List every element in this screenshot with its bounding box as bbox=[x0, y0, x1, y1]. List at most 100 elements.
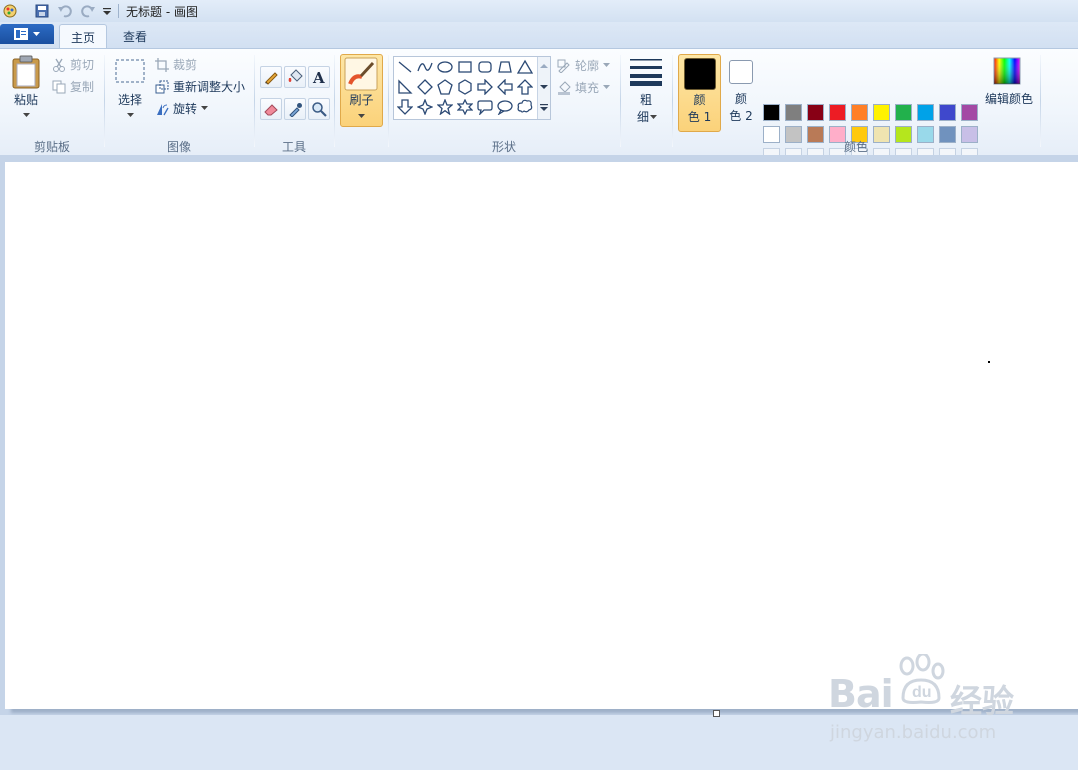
down-arrow-shape-icon[interactable] bbox=[396, 98, 414, 116]
fill-tool[interactable] bbox=[284, 66, 306, 88]
palette-swatch[interactable] bbox=[807, 104, 824, 121]
pencil-icon bbox=[265, 72, 278, 85]
eraser-tool[interactable] bbox=[260, 98, 282, 120]
palette-swatch[interactable] bbox=[917, 104, 934, 121]
redo-icon[interactable] bbox=[80, 3, 96, 19]
paste-label: 粘贴 bbox=[13, 93, 38, 107]
paste-button[interactable]: 粘贴 bbox=[8, 55, 44, 129]
rounded-rectangle-shape-icon[interactable] bbox=[476, 58, 494, 76]
oval-callout-shape-icon[interactable] bbox=[496, 98, 514, 116]
line-shape-icon[interactable] bbox=[396, 58, 414, 76]
shapes-gallery bbox=[393, 56, 551, 120]
color1-swatch bbox=[684, 58, 716, 90]
palette-swatch[interactable] bbox=[939, 104, 956, 121]
outline-button[interactable]: 轮廓 bbox=[557, 57, 611, 74]
color1-button[interactable]: 颜 色 1 bbox=[678, 54, 721, 132]
copy-label: 复制 bbox=[70, 80, 95, 94]
scroll-down-icon[interactable] bbox=[540, 84, 548, 90]
scroll-up-icon[interactable] bbox=[540, 63, 548, 69]
size-label-line1: 粗 bbox=[639, 93, 652, 107]
copy-button[interactable]: 复制 bbox=[52, 78, 94, 95]
shapes-group-label: 形状 bbox=[491, 140, 516, 154]
line-thickness-icon bbox=[630, 59, 662, 86]
palette-swatch[interactable] bbox=[785, 104, 802, 121]
diamond-shape-icon[interactable] bbox=[416, 78, 434, 96]
rectangle-shape-icon[interactable] bbox=[456, 58, 474, 76]
resize-icon bbox=[155, 80, 169, 93]
five-point-star-shape-icon[interactable] bbox=[436, 98, 454, 116]
text-tool[interactable]: A bbox=[308, 66, 330, 88]
brushes-button[interactable]: 刷子 bbox=[340, 54, 383, 127]
up-arrow-shape-icon[interactable] bbox=[516, 78, 534, 96]
watermark-brand-b: 经验 bbox=[950, 682, 1015, 720]
palette-swatch[interactable] bbox=[873, 104, 890, 121]
hexagon-shape-icon[interactable] bbox=[456, 78, 474, 96]
magnifier-tool[interactable] bbox=[308, 98, 330, 120]
clipboard-icon bbox=[12, 55, 40, 89]
polygon-shape-icon[interactable] bbox=[496, 58, 514, 76]
curve-shape-icon[interactable] bbox=[416, 58, 434, 76]
rotate-button[interactable]: 旋转 bbox=[155, 100, 209, 117]
image-group-label: 图像 bbox=[166, 140, 191, 154]
crop-button[interactable]: 裁剪 bbox=[155, 56, 197, 73]
paint-app-icon[interactable] bbox=[2, 3, 18, 19]
palette-swatch[interactable] bbox=[895, 104, 912, 121]
chevron-down-icon bbox=[603, 63, 611, 67]
pencil-tool[interactable] bbox=[260, 66, 282, 88]
outline-pen-icon bbox=[557, 59, 570, 73]
text-a-icon: A bbox=[312, 69, 325, 85]
tab-view[interactable]: 查看 bbox=[112, 24, 158, 48]
four-point-star-shape-icon[interactable] bbox=[416, 98, 434, 116]
paint-bucket-icon bbox=[288, 69, 303, 82]
cloud-callout-shape-icon[interactable] bbox=[516, 98, 534, 116]
crop-icon bbox=[155, 57, 169, 72]
color2-button[interactable]: 颜 色 2 bbox=[722, 54, 760, 130]
color-picker-tool[interactable] bbox=[284, 98, 306, 120]
eraser-icon bbox=[264, 104, 278, 116]
drawing-canvas[interactable] bbox=[5, 162, 1078, 709]
tab-home[interactable]: 主页 bbox=[59, 24, 107, 49]
title-separator bbox=[118, 4, 119, 18]
group-divider bbox=[620, 55, 621, 147]
rotate-icon bbox=[157, 103, 169, 115]
palette-swatch[interactable] bbox=[763, 104, 780, 121]
left-arrow-shape-icon[interactable] bbox=[496, 78, 514, 96]
triangle-shape-icon[interactable] bbox=[516, 58, 534, 76]
fill-bucket-icon bbox=[558, 80, 571, 95]
shapes-scrollbar[interactable] bbox=[537, 57, 550, 119]
group-divider bbox=[1040, 55, 1041, 147]
fill-button[interactable]: 填充 bbox=[557, 79, 611, 96]
right-triangle-shape-icon[interactable] bbox=[396, 78, 414, 96]
ribbon: 粘贴 剪切 复制 剪贴板 选择 裁剪 重新调整大小 旋转 图像 A 工具 刷子 … bbox=[0, 48, 1078, 165]
six-point-star-shape-icon[interactable] bbox=[456, 98, 474, 116]
select-button[interactable]: 选择 bbox=[110, 57, 150, 129]
cut-button[interactable]: 剪切 bbox=[52, 56, 94, 73]
oval-shape-icon[interactable] bbox=[436, 58, 454, 76]
palette-swatch[interactable] bbox=[829, 104, 846, 121]
resize-button[interactable]: 重新调整大小 bbox=[155, 78, 245, 95]
magnifier-icon bbox=[312, 102, 327, 117]
rotate-label: 旋转 bbox=[173, 102, 198, 116]
rounded-callout-shape-icon[interactable] bbox=[476, 98, 494, 116]
watermark-url: jingyan.baidu.com bbox=[830, 722, 997, 743]
color2-label-line2: 色 2 bbox=[729, 109, 753, 123]
pentagon-shape-icon[interactable] bbox=[436, 78, 454, 96]
save-icon[interactable] bbox=[34, 3, 50, 19]
customize-toolbar-icon[interactable] bbox=[99, 3, 115, 19]
chevron-down-icon bbox=[127, 113, 134, 117]
right-arrow-shape-icon[interactable] bbox=[476, 78, 494, 96]
undo-icon[interactable] bbox=[57, 3, 73, 19]
chevron-down-icon bbox=[603, 85, 611, 89]
expand-gallery-icon[interactable] bbox=[540, 104, 548, 112]
group-divider bbox=[388, 55, 389, 147]
color2-swatch bbox=[729, 60, 753, 84]
paint-menu-button[interactable] bbox=[0, 24, 54, 44]
canvas-resize-handle[interactable] bbox=[713, 710, 720, 717]
palette-swatch[interactable] bbox=[851, 104, 868, 121]
edit-colors-button[interactable]: 编辑颜色 bbox=[984, 57, 1034, 117]
palette-swatch[interactable] bbox=[961, 104, 978, 121]
size-button[interactable]: 粗 细 bbox=[626, 54, 666, 128]
svg-text:du: du bbox=[912, 684, 932, 701]
edit-colors-label: 编辑颜色 bbox=[984, 92, 1033, 106]
chevron-down-icon bbox=[33, 31, 40, 36]
